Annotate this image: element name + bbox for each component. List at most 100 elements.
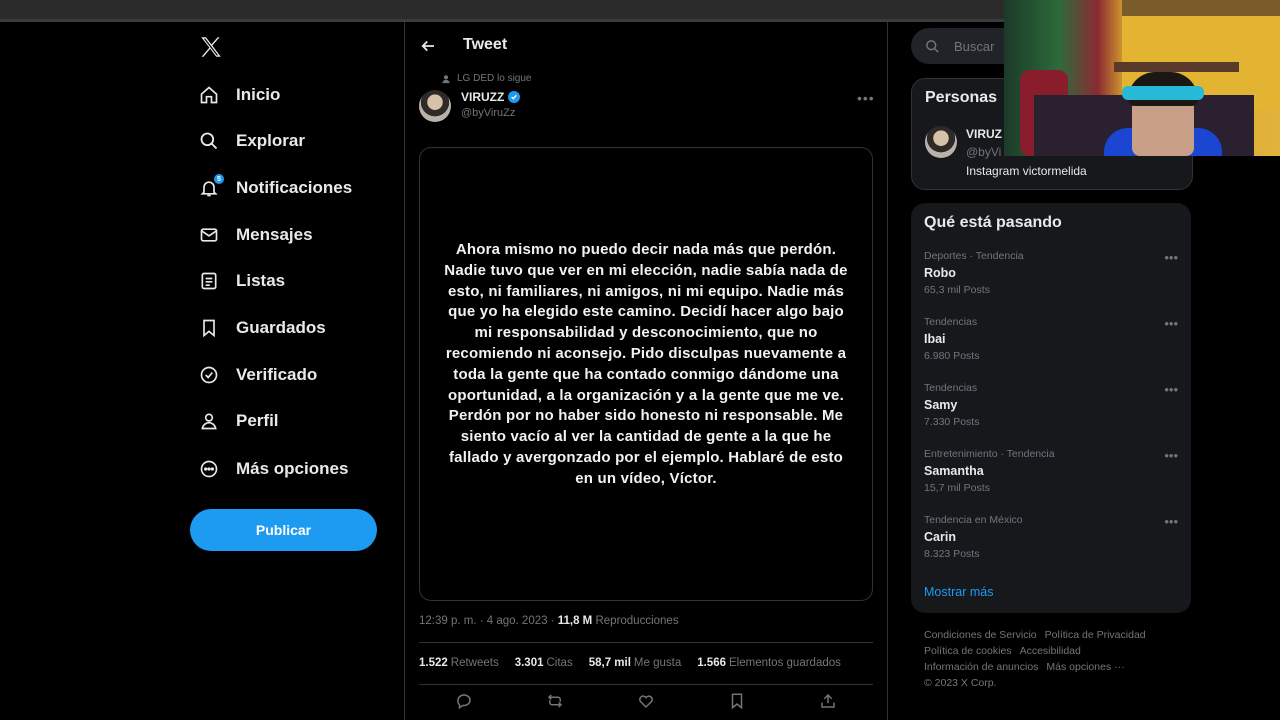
like-heart-icon[interactable] (637, 692, 655, 710)
nav-item-label: Más opciones (236, 459, 349, 478)
nav-item-mas-opciones[interactable]: Más opciones (198, 452, 348, 486)
bookmark-icon (198, 317, 220, 339)
retweet-icon[interactable] (546, 692, 564, 710)
search-icon (198, 130, 220, 152)
tweet-actions (419, 692, 873, 716)
more-options-icon[interactable]: ••• (1164, 250, 1178, 265)
stat-value: 3.301 (514, 657, 544, 669)
stat-label: Citas (546, 657, 573, 669)
image-statement-text: Ahora mismo no puedo decir nada más que … (444, 241, 848, 487)
footer-link[interactable]: Política de Privacidad (1045, 629, 1146, 641)
trend-category: Entretenimiento · Tendencia (924, 448, 1055, 460)
footer-link[interactable]: Accesibilidad (1020, 645, 1081, 657)
trend-item[interactable]: Entretenimiento · Tendencia Samantha 15,… (924, 448, 1178, 498)
tweet-timestamp[interactable]: 12:39 p. m. · 4 ago. 2023 · (419, 615, 555, 627)
author-name-text: VIRUZZ (461, 90, 505, 104)
trend-count: 15,7 mil Posts (924, 482, 990, 494)
trend-count: 65,3 mil Posts (924, 284, 990, 296)
x-logo-icon[interactable] (198, 34, 224, 60)
nav-item-notificaciones[interactable]: 5 Notificaciones (198, 171, 352, 205)
trend-category: Tendencias (924, 382, 978, 394)
nav-item-label: Listas (236, 271, 286, 290)
more-options-icon[interactable]: ••• (1164, 514, 1178, 529)
views-count: 11,8 M (557, 615, 593, 627)
webcam-headphones (1122, 86, 1204, 100)
verified-badge-icon (508, 91, 521, 103)
trend-count: 6.980 Posts (924, 350, 980, 362)
stat-likes[interactable]: 58,7 mil Me gusta (589, 657, 682, 669)
trend-item[interactable]: Tendencias Samy 7.330 Posts ••• (924, 382, 1178, 432)
more-options-icon[interactable]: ••• (1164, 448, 1178, 463)
nav-item-label: Mensajes (236, 225, 313, 244)
share-icon[interactable] (819, 692, 837, 710)
nav-item-label: Notificaciones (236, 178, 353, 197)
followed-by-text: LG DED lo sigue (457, 73, 532, 84)
tweet-metadata: 12:39 p. m. · 4 ago. 2023 · 11,8 M Repro… (419, 615, 679, 627)
tweet-stats: 1.522 Retweets 3.301 Citas 58,7 mil Me gust… (419, 657, 841, 669)
stat-value: 1.522 (419, 657, 448, 669)
stat-quotes[interactable]: 3.301 Citas (515, 657, 573, 669)
views-label: Reproducciones (595, 615, 679, 627)
nav-item-listas[interactable]: Listas (198, 264, 285, 298)
stat-bookmarks[interactable]: 1.566 Elementos guardados (697, 657, 841, 669)
stat-value: 1.566 (697, 657, 726, 669)
publish-button[interactable]: Publicar (190, 509, 377, 551)
search-placeholder: Buscar (954, 38, 995, 54)
nav-item-explorar[interactable]: Explorar (198, 124, 305, 158)
trend-name: Ibai (924, 332, 946, 346)
trend-name: Samantha (924, 464, 984, 478)
more-options-icon[interactable]: ••• (857, 90, 875, 106)
stat-value: 58,7 mil (588, 657, 631, 669)
nav-item-guardados[interactable]: Guardados (198, 311, 326, 345)
home-icon (198, 84, 220, 106)
divider (419, 684, 873, 685)
person-handle[interactable]: @byVi (966, 145, 1001, 159)
footer-link[interactable]: Información de anuncios (924, 661, 1038, 673)
tweet-column: Tweet LG DED lo sigue VIRUZZ @byViruZz •… (404, 22, 888, 720)
show-more-link[interactable]: Mostrar más (924, 585, 993, 599)
footer-link[interactable]: Más opciones ··· (1046, 661, 1124, 673)
mail-icon (198, 224, 220, 246)
more-circle-icon (198, 458, 220, 480)
footer-link[interactable]: Condiciones de Servicio (924, 629, 1037, 641)
nav-item-label: Perfil (236, 411, 279, 430)
tweet-media-image[interactable]: Ahora mismo no puedo decir nada más que … (419, 147, 873, 601)
author-handle[interactable]: @byViruZz (461, 107, 515, 119)
divider (419, 642, 873, 643)
trend-item[interactable]: Tendencias Ibai 6.980 Posts ••• (924, 316, 1178, 366)
nav-item-inicio[interactable]: Inicio (198, 78, 280, 112)
author-avatar[interactable] (419, 90, 451, 122)
page-title: Tweet (463, 36, 508, 53)
trend-category: Tendencia en México (924, 514, 1023, 526)
nav-item-perfil[interactable]: Perfil (198, 404, 279, 438)
footer-links: Condiciones de Servicio Política de Priva… (924, 627, 1194, 691)
person-icon (198, 410, 220, 432)
more-options-icon[interactable]: ••• (1164, 316, 1178, 331)
more-options-icon[interactable]: ••• (1164, 382, 1178, 397)
back-arrow-icon[interactable] (419, 37, 437, 55)
trend-count: 8.323 Posts (924, 548, 980, 560)
nav-item-verificado[interactable]: Verificado (198, 358, 317, 392)
nav-item-label: Explorar (236, 131, 305, 150)
stat-label: Me gusta (633, 657, 682, 669)
social-context[interactable]: LG DED lo sigue (441, 73, 531, 84)
trends-panel-title: Qué está pasando (924, 214, 1062, 231)
nav-item-mensajes[interactable]: Mensajes (198, 218, 313, 252)
stat-retweets[interactable]: 1.522 Retweets (419, 657, 499, 669)
trend-item[interactable]: Deportes · Tendencia Robo 65,3 mil Posts… (924, 250, 1178, 300)
person-avatar[interactable] (925, 126, 957, 158)
author-name[interactable]: VIRUZZ (461, 90, 521, 104)
trend-name: Carin (924, 530, 956, 544)
trend-category: Tendencias (924, 316, 978, 328)
bookmark-action-icon[interactable] (728, 692, 746, 710)
tweet-header: Tweet (405, 22, 887, 70)
trend-item[interactable]: Tendencia en México Carin 8.323 Posts ••… (924, 514, 1178, 564)
search-icon (926, 39, 939, 53)
person-name[interactable]: VIRUZ (966, 127, 1002, 141)
reply-icon[interactable] (455, 692, 473, 710)
webcam-shelf (1114, 62, 1239, 72)
stat-label: Retweets (450, 657, 499, 669)
trend-name: Robo (924, 266, 956, 280)
footer-link[interactable]: Política de cookies (924, 645, 1012, 657)
copyright-text: © 2023 X Corp. (924, 677, 997, 689)
